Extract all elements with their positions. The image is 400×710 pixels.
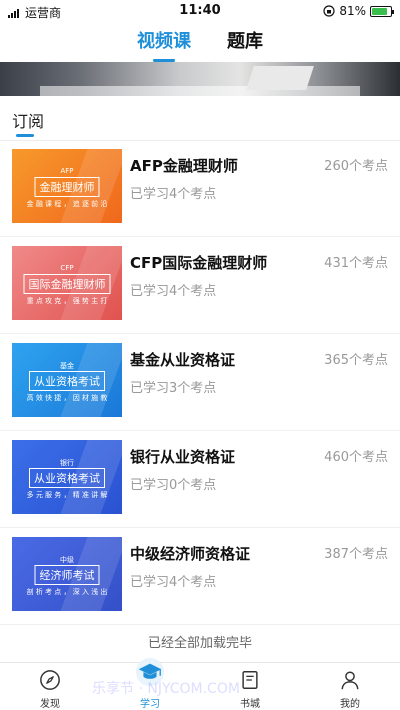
course-progress: 已学习0个考点 <box>130 478 217 493</box>
course-point-count: 431个考点 <box>324 256 388 271</box>
thumb-title: 基金 <box>60 362 74 370</box>
nav-label: 发现 <box>40 699 60 710</box>
course-name: 银行从业资格证 <box>130 448 236 466</box>
course-progress: 已学习4个考点 <box>130 284 217 299</box>
banner-desk <box>40 86 360 96</box>
nav-label: 学习 <box>140 699 160 710</box>
tab-video-course[interactable]: 视频课 <box>137 28 191 62</box>
thumb-subtitle: 剖 析 考 点 ， 深 入 浅 出 <box>26 588 108 596</box>
tab-label: 视频课 <box>137 31 191 52</box>
course-item[interactable]: CFP 国际金融理财师 重 点 攻 克 ， 强 势 主 打 CFP国际金融理财师… <box>0 238 400 334</box>
book-icon <box>242 671 258 689</box>
thumb-title: CFP <box>60 264 74 272</box>
course-thumbnail: 基金 从业资格考试 高 效 快 捷 ， 因 材 施 教 <box>12 343 122 417</box>
course-name: CFP国际金融理财师 <box>130 254 268 272</box>
banner-laptop <box>246 66 314 90</box>
thumb-subtitle: 重 点 攻 克 ， 强 势 主 打 <box>26 297 108 305</box>
course-item[interactable]: AFP 金融理财师 金 融 课 程 ， 追 逐 前 沿 AFP金融理财师 已学习… <box>0 141 400 237</box>
nav-study[interactable]: 学习 <box>100 657 200 710</box>
nav-mine[interactable]: 我的 <box>300 663 400 710</box>
battery-icon <box>370 5 394 17</box>
course-item[interactable]: 银行 从业资格考试 多 元 服 务 ， 精 准 讲 解 银行从业资格证 已学习0… <box>0 432 400 528</box>
top-tabs: 视频课 题库 <box>0 28 400 62</box>
thumb-box: 金融理财师 <box>34 177 100 197</box>
course-point-count: 460个考点 <box>324 450 388 465</box>
course-item[interactable]: 基金 从业资格考试 高 效 快 捷 ， 因 材 施 教 基金从业资格证 已学习3… <box>0 335 400 431</box>
thumb-title: 银行 <box>60 459 74 467</box>
course-name: 基金从业资格证 <box>130 351 236 369</box>
thumb-title: AFP <box>60 167 74 175</box>
thumb-title: 中级 <box>60 556 74 564</box>
course-name: 中级经济师资格证 <box>130 545 251 563</box>
nav-discover[interactable]: 发现 <box>0 663 100 710</box>
tab-question-bank[interactable]: 题库 <box>227 28 263 62</box>
course-progress: 已学习3个考点 <box>130 381 217 396</box>
thumb-subtitle: 金 融 课 程 ， 追 逐 前 沿 <box>26 200 108 208</box>
course-thumbnail: AFP 金融理财师 金 融 课 程 ， 追 逐 前 沿 <box>12 149 122 223</box>
course-thumbnail: 银行 从业资格考试 多 元 服 务 ， 精 准 讲 解 <box>12 440 122 514</box>
battery-group: 81% <box>323 4 394 18</box>
bottom-nav: 发现 学习 书城 我的 <box>0 657 400 710</box>
section-underline <box>16 134 34 137</box>
status-bar: 运营商 11:40 81% <box>0 0 400 22</box>
nav-label: 书城 <box>240 699 260 710</box>
user-icon <box>341 671 359 690</box>
nav-label: 我的 <box>340 699 360 710</box>
course-thumbnail: CFP 国际金融理财师 重 点 攻 克 ， 强 势 主 打 <box>12 246 122 320</box>
course-point-count: 387个考点 <box>324 547 388 562</box>
course-point-count: 260个考点 <box>324 159 388 174</box>
thumb-box: 经济师考试 <box>34 565 100 585</box>
thumb-subtitle: 高 效 快 捷 ， 因 材 施 教 <box>26 394 108 402</box>
course-point-count: 365个考点 <box>324 353 388 368</box>
thumb-box: 从业资格考试 <box>29 371 105 391</box>
course-name: AFP金融理财师 <box>130 157 238 175</box>
graduation-cap-icon <box>135 657 165 687</box>
orientation-lock-icon <box>323 5 335 17</box>
compass-icon <box>40 670 60 690</box>
tab-label: 题库 <box>227 31 263 52</box>
course-progress: 已学习4个考点 <box>130 187 217 202</box>
section-title: 订阅 <box>12 112 45 131</box>
load-complete-text: 已经全部加载完毕 <box>147 636 252 651</box>
thumb-box: 从业资格考试 <box>29 468 105 488</box>
battery-percent: 81% <box>339 4 366 18</box>
thumb-box: 国际金融理财师 <box>23 274 111 294</box>
banner-image[interactable] <box>0 62 400 96</box>
course-progress: 已学习4个考点 <box>130 575 217 590</box>
thumb-subtitle: 多 元 服 务 ， 精 准 讲 解 <box>26 491 108 499</box>
course-thumbnail: 中级 经济师考试 剖 析 考 点 ， 深 入 浅 出 <box>12 537 122 611</box>
nav-bookstore[interactable]: 书城 <box>200 663 300 710</box>
course-item[interactable]: 中级 经济师考试 剖 析 考 点 ， 深 入 浅 出 中级经济师资格证 已学习4… <box>0 529 400 625</box>
